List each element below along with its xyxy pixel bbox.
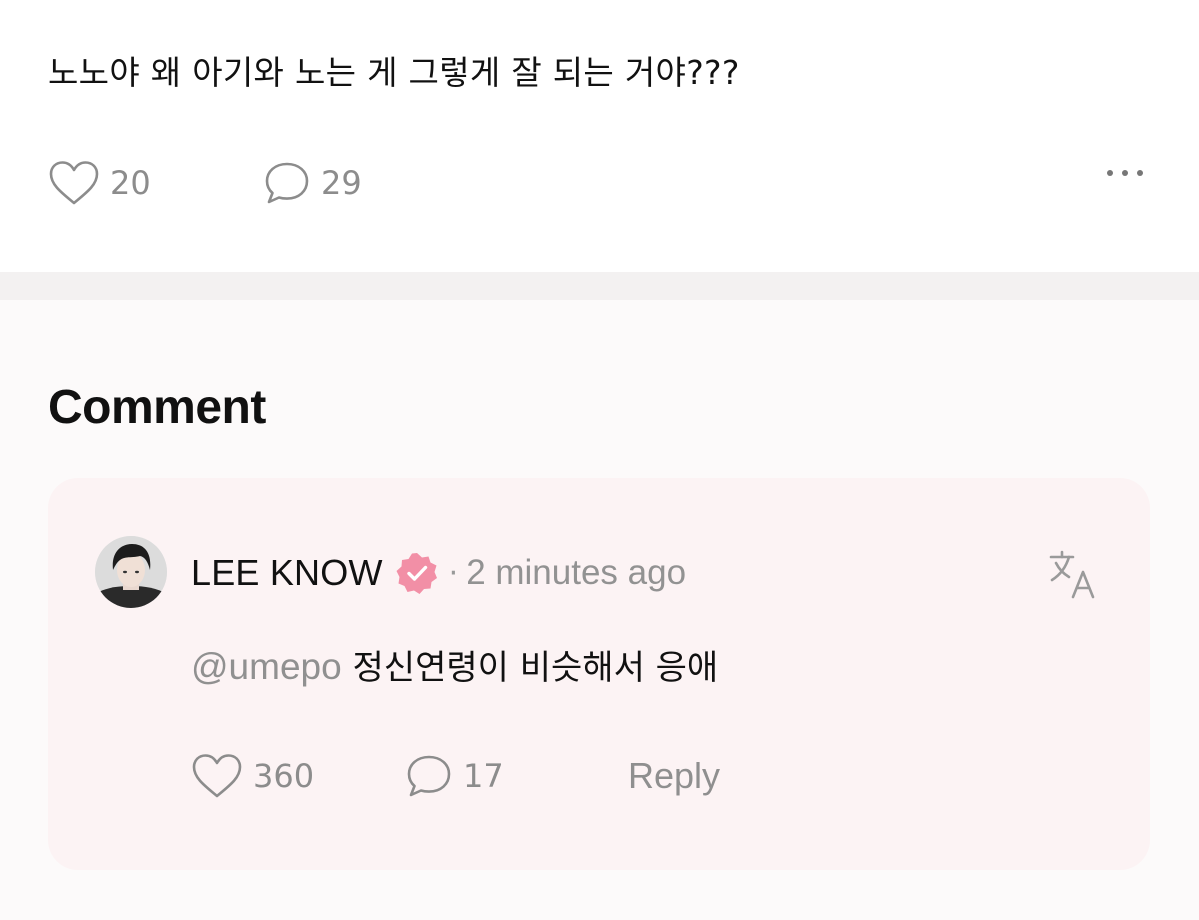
translate-button[interactable] (1048, 548, 1100, 604)
post-card: 노노야 왜 아기와 노는 게 그렇게 잘 되는 거야??? 20 29 (0, 0, 1199, 272)
comment-actions: 360 17 Reply (191, 751, 720, 801)
heart-icon (192, 754, 242, 798)
post-actions: 20 29 (48, 158, 362, 208)
comment-like-count: 360 (253, 757, 315, 795)
comment-timestamp: 2 minutes ago (466, 553, 687, 592)
reply-button[interactable]: Reply (628, 755, 720, 797)
translate-icon (1049, 550, 1095, 599)
post-text: 노노야 왜 아기와 노는 게 그렇게 잘 되는 거야??? (48, 53, 740, 92)
comment-bubble-icon (265, 162, 309, 204)
avatar[interactable] (95, 536, 167, 608)
comment-card: LEE KNOW · 2 minutes ago @umepo 정신연령이 비슷… (48, 478, 1150, 870)
comment-body: @umepo 정신연령이 비슷해서 응애 (191, 640, 718, 689)
comment-bubble-icon (407, 755, 451, 797)
section-divider (0, 272, 1199, 300)
comment-reply-count: 17 (463, 757, 504, 795)
post-comment-button[interactable]: 29 (263, 160, 362, 206)
avatar-image (95, 536, 167, 608)
more-horizontal-icon (1137, 170, 1143, 176)
comment-reply-count-button[interactable]: 17 (405, 753, 628, 799)
more-options-button[interactable] (1107, 170, 1143, 176)
comments-section: Comment LEE KNOW · 2 minutes ago @umepo … (0, 300, 1199, 920)
mention-link[interactable]: @umepo (191, 646, 342, 687)
comment-like-button[interactable]: 360 (191, 753, 405, 799)
more-horizontal-icon (1122, 170, 1128, 176)
meta-separator: · (448, 555, 459, 591)
comment-author[interactable]: LEE KNOW (191, 552, 383, 594)
comment-text: 정신연령이 비슷해서 응애 (352, 648, 719, 688)
heart-icon (49, 161, 99, 205)
comment-meta: LEE KNOW · 2 minutes ago (191, 550, 686, 596)
comments-title: Comment (48, 381, 266, 434)
post-comment-count: 29 (321, 164, 362, 202)
verified-badge-icon (396, 553, 437, 594)
more-horizontal-icon (1107, 170, 1113, 176)
post-like-button[interactable]: 20 (48, 160, 263, 206)
post-like-count: 20 (110, 164, 151, 202)
